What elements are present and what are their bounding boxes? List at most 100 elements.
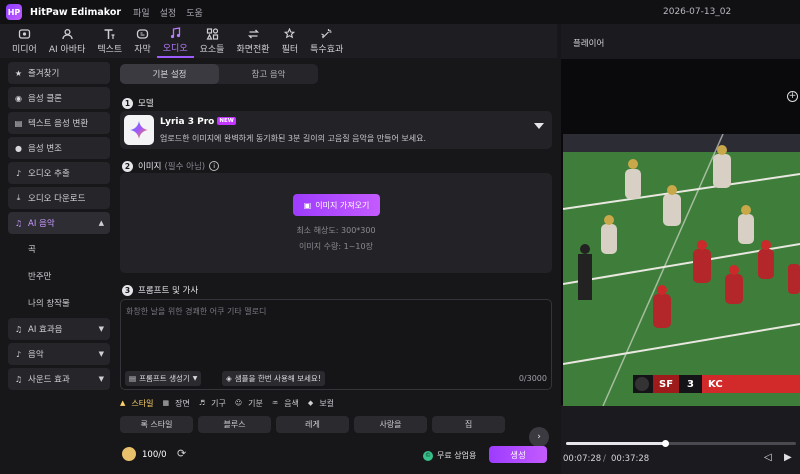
- category-mood[interactable]: ☺ 기분: [235, 396, 272, 410]
- model-name-text: Lyria 3 Pro: [160, 117, 215, 127]
- audio-icon: [170, 26, 180, 38]
- lyria-logo-icon: [124, 115, 154, 145]
- sample-label: 샘플을 한번 사용해 보세요!: [234, 374, 321, 383]
- sidebar-item-favorites[interactable]: ★ 즐겨찾기: [8, 62, 110, 84]
- resolution-hint: 최소 해상도: 300*300: [296, 226, 376, 235]
- chip-reggae[interactable]: 레게: [276, 416, 349, 433]
- subtitle-icon: [136, 28, 149, 39]
- category-vocal[interactable]: ◆ 보컬: [308, 396, 343, 410]
- style-icon: ▲: [120, 399, 126, 407]
- tab-ai-avatar[interactable]: AI 아바타: [43, 24, 92, 58]
- import-image-label: 이미지 가져오기: [315, 200, 370, 210]
- free-commercial-label: 무료 상업용: [437, 451, 477, 460]
- settings-tabs: 기본 설정 참고 음악: [120, 64, 318, 84]
- network-logo-icon: [635, 377, 649, 391]
- model-description: 업로드한 이미지에 완벽하게 동기화된 3분 길이의 고음질 음악을 만들어 보…: [160, 134, 427, 143]
- menu-help[interactable]: 도움: [186, 6, 203, 19]
- sidebar-item-audio-extract[interactable]: ♪ 오디오 추출: [8, 162, 110, 184]
- player-panel: 플레이어 + SF 3 KC 00:07:28 / 00:37:28 ◁ ▶: [561, 24, 800, 474]
- music-note-icon: ♫: [14, 374, 23, 384]
- optional-note: (필수 아님): [164, 162, 206, 172]
- main-toolbar: 미디어 AI 아바타 텍스트 자막 오디오 요소들 화면전환 필터 특수효과: [0, 24, 557, 58]
- previous-frame-icon[interactable]: ◁: [764, 452, 772, 463]
- category-style[interactable]: ▲ 스타일: [120, 396, 162, 410]
- sidebar-sub-my-creations[interactable]: 나의 창작물: [8, 291, 110, 315]
- chevron-down-icon[interactable]: [534, 123, 544, 129]
- sidebar-item-voice-clone[interactable]: ◉ 음성 클론: [8, 87, 110, 109]
- chip-love[interactable]: 사랑을: [354, 416, 427, 433]
- prompt-input[interactable]: 화창한 날을 위한 경쾌한 어쿠 기타 멜로디 ▤ 프롬프트 생성기 ▼ ◈ 샘…: [120, 299, 552, 390]
- category-label: 스타일: [131, 398, 154, 408]
- menu-settings[interactable]: 설정: [160, 6, 177, 19]
- category-label: 기구: [211, 398, 226, 408]
- sidebar-item-ai-music[interactable]: ♫ AI 음악 ▲: [8, 212, 110, 234]
- tab-elements[interactable]: 요소들: [194, 24, 231, 58]
- tab-label: 오디오: [162, 43, 188, 54]
- smile-icon: ☺: [234, 399, 243, 407]
- image-upload-area[interactable]: ▣ 이미지 가져오기 최소 해상도: 300*300 이미지 수량: 1~10장: [120, 173, 552, 273]
- step-number: 1: [122, 97, 133, 109]
- info-icon[interactable]: i: [209, 161, 220, 171]
- tab-filter[interactable]: 필터: [276, 24, 305, 58]
- category-timbre[interactable]: ♒ 음색: [272, 396, 308, 410]
- music-note-icon: ♪: [15, 349, 22, 359]
- new-badge: NEW: [217, 117, 236, 125]
- chip-home[interactable]: 집: [432, 416, 505, 433]
- team-sf: SF: [653, 375, 680, 393]
- step-model: 1 모델: [122, 97, 154, 109]
- sidebar-item-label: AI 음악: [28, 219, 55, 229]
- tab-media[interactable]: 미디어: [6, 24, 43, 58]
- sidebar-sub-song[interactable]: 곡: [8, 237, 110, 261]
- sidebar-item-label: AI 효과음: [28, 325, 63, 335]
- current-time: 00:07:28: [563, 454, 602, 464]
- playback-progress[interactable]: [566, 440, 796, 447]
- sidebar-sub-instrumental[interactable]: 반주만: [8, 264, 110, 288]
- step-number: 3: [122, 284, 133, 296]
- tab-label: 필터: [281, 44, 299, 55]
- tab-effects[interactable]: 특수효과: [304, 24, 349, 58]
- player-screen[interactable]: + SF 3 KC: [561, 59, 800, 406]
- menu-file[interactable]: 파일: [133, 6, 150, 19]
- step-label: 프롬프트 및 가사: [138, 286, 199, 296]
- tts-icon: ▤: [14, 118, 23, 128]
- chevron-down-icon: ▼: [98, 350, 104, 358]
- tab-transition[interactable]: 화면전환: [230, 24, 275, 58]
- chevron-up-icon: ▲: [98, 219, 104, 227]
- prompt-generator-button[interactable]: ▤ 프롬프트 생성기 ▼: [125, 371, 202, 386]
- time-separator: /: [603, 454, 606, 464]
- tab-reference-music[interactable]: 참고 음악: [219, 64, 318, 84]
- play-icon[interactable]: ▶: [784, 452, 792, 463]
- filter-icon: [284, 27, 296, 38]
- sidebar-item-tts[interactable]: ▤ 텍스트 음성 변환: [8, 112, 110, 134]
- list-icon: ▤: [129, 374, 137, 383]
- team-kc: KC: [702, 375, 800, 393]
- sidebar-item-ai-sfx[interactable]: ♫ AI 효과음 ▼: [8, 318, 110, 340]
- sample-button[interactable]: ◈ 샘플을 한번 사용해 보세요!: [222, 371, 325, 386]
- sidebar-item-label: 즐겨찾기: [28, 69, 60, 79]
- refresh-icon[interactable]: ⟳: [177, 447, 186, 460]
- chip-rock[interactable]: 록 스타일: [120, 416, 193, 433]
- sidebar-item-music[interactable]: ♪ 음악 ▼: [8, 343, 110, 365]
- tab-label: 화면전환: [236, 44, 270, 55]
- tab-text[interactable]: 텍스트: [91, 24, 128, 58]
- progress-handle[interactable]: [661, 440, 669, 447]
- sidebar-item-sound-effects[interactable]: ♫ 사운드 효과 ▼: [8, 368, 110, 390]
- tab-subtitle[interactable]: 자막: [128, 24, 157, 58]
- menu-bar: 파일 설정 도움: [133, 6, 203, 19]
- ai-music-panel: 기본 설정 참고 음악 1 모델 Lyria 3 Pro NEW 업로드한 이미지…: [114, 58, 558, 474]
- sidebar-item-voice-changer[interactable]: ● 음성 변조: [8, 137, 110, 159]
- prompt-placeholder: 화창한 날을 위한 경쾌한 어쿠 기타 멜로디: [126, 307, 267, 316]
- tab-audio[interactable]: 오디오: [156, 24, 194, 58]
- import-image-button[interactable]: ▣ 이미지 가져오기: [293, 194, 380, 216]
- category-scene[interactable]: ▦ 장면: [162, 396, 198, 410]
- chip-blues[interactable]: 블루스: [198, 416, 271, 433]
- add-icon[interactable]: +: [787, 91, 798, 102]
- generate-button[interactable]: 생성: [489, 446, 547, 463]
- category-instrument[interactable]: ♬ 기구: [199, 396, 235, 410]
- transition-icon: [247, 29, 259, 38]
- step-label: 모델: [138, 99, 154, 109]
- sidebar-item-label: 사운드 효과: [28, 375, 70, 385]
- sidebar-item-audio-download[interactable]: ⤓ 오디오 다운로드: [8, 187, 110, 209]
- model-selector[interactable]: Lyria 3 Pro NEW 업로드한 이미지에 완벽하게 동기화된 3분 길이…: [120, 111, 552, 149]
- tab-basic-settings[interactable]: 기본 설정: [120, 64, 219, 84]
